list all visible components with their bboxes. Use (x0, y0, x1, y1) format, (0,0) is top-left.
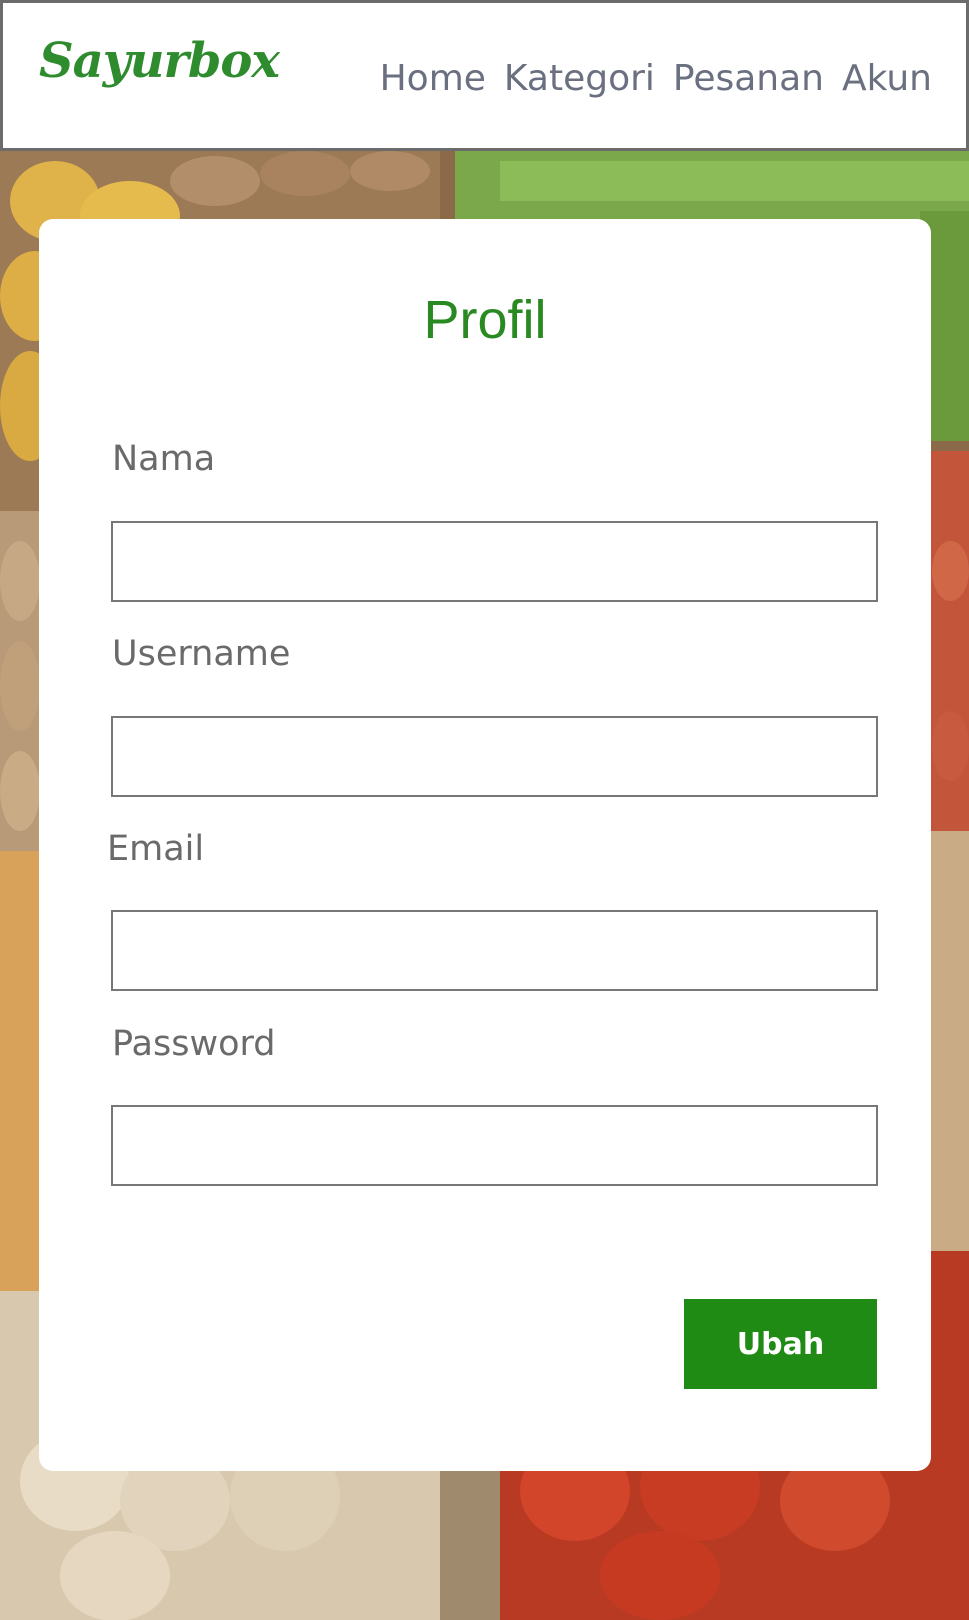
nama-label: Nama (112, 439, 216, 479)
profile-card: Profil Nama Username Email Password Ubah (39, 219, 931, 1471)
nav-link-home[interactable]: Home (380, 58, 486, 99)
password-input[interactable] (111, 1105, 878, 1186)
ubah-button[interactable]: Ubah (684, 1299, 877, 1389)
nav-link-pesanan[interactable]: Pesanan (673, 58, 824, 99)
page-title: Profil (423, 290, 547, 350)
email-label: Email (107, 829, 205, 869)
top-navbar: Sayurbox Home Kategori Pesanan Akun (0, 0, 969, 151)
brand-logo[interactable]: Sayurbox (39, 33, 280, 89)
nav-link-akun[interactable]: Akun (842, 58, 932, 99)
nav-link-kategori[interactable]: Kategori (504, 58, 655, 99)
main-nav: Home Kategori Pesanan Akun (380, 58, 932, 99)
password-label: Password (112, 1024, 276, 1064)
username-input[interactable] (111, 716, 878, 797)
username-label: Username (112, 634, 291, 674)
email-input[interactable] (111, 910, 878, 991)
nama-input[interactable] (111, 521, 878, 602)
